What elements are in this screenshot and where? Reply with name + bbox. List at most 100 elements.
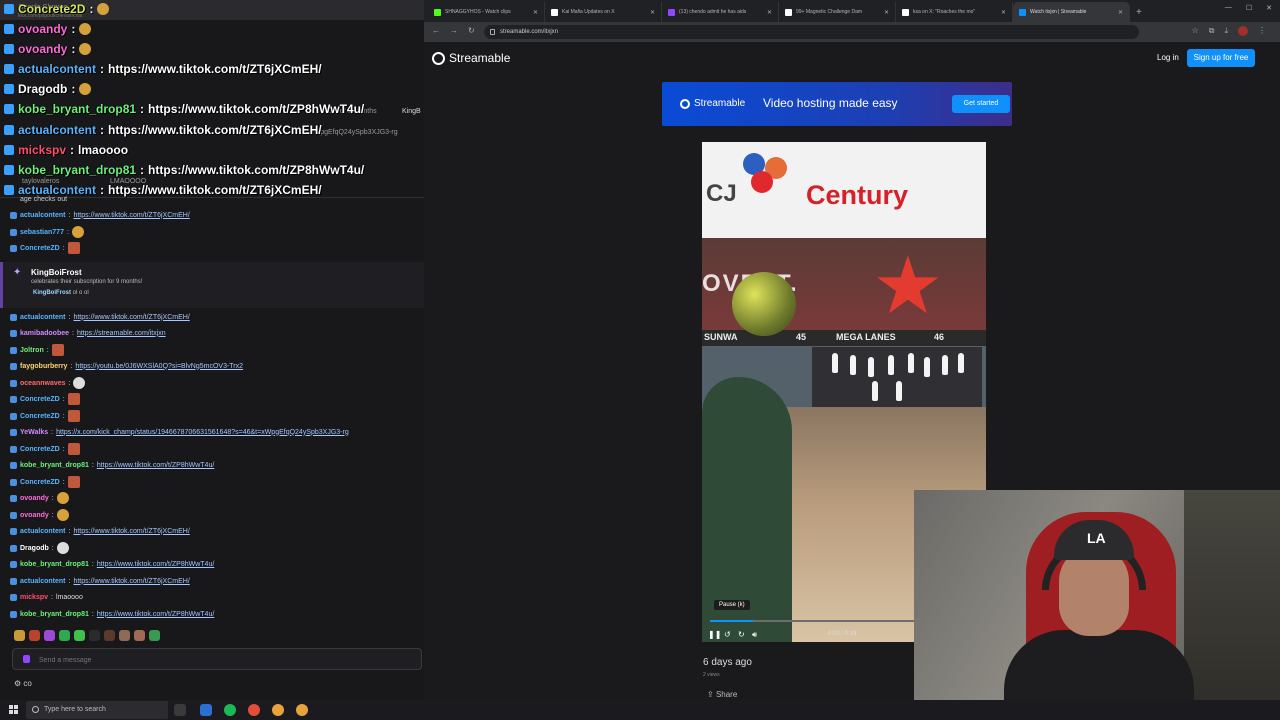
chat-username[interactable]: YeWalks [20,429,48,436]
close-icon[interactable]: ✕ [1266,4,1272,12]
menu-icon[interactable]: ⋮ [1258,26,1266,36]
chat-link[interactable]: https://streamable.com/itxjxn [77,330,166,337]
emote-icon[interactable] [74,630,85,641]
overlay-message[interactable]: https://www.tiktok.com/t/ZP8hWwT4u/ [148,102,364,116]
chat-username[interactable]: kamibadoobee [20,330,69,337]
chat-link[interactable]: https://www.tiktok.com/t/ZT6jXCmEH/ [73,212,189,219]
chat-username[interactable]: actualcontent [20,528,66,535]
browser-tab[interactable]: 99+ Magnetic Challenge Dam ✕ [779,2,896,22]
chat-link[interactable]: https://www.tiktok.com/t/ZT6jXCmEH/ [73,578,189,585]
chat-username[interactable]: ConcreteZD [20,413,60,420]
close-tab-icon[interactable]: ✕ [884,9,889,16]
emote-icon[interactable] [44,630,55,641]
chat-username[interactable]: Dragodb [20,545,49,552]
chat-username[interactable]: ovoandy [20,512,49,519]
chat-username[interactable]: ConcreteZD [20,446,60,453]
close-tab-icon[interactable]: ✕ [1001,9,1006,16]
bookmark-star-icon[interactable]: ☆ [1192,26,1199,36]
chat-link[interactable]: https://youtu.be/0J6WXSlA0Q?si=BlvNg5mcO… [75,363,243,370]
emote-icon[interactable] [59,630,70,641]
emote-icon[interactable] [149,630,160,641]
forward-icon[interactable]: → [450,26,458,35]
emote-icon[interactable] [119,630,130,641]
login-link[interactable]: Log in [1157,53,1179,62]
overlay-message[interactable]: lmaoooo [78,143,128,157]
chat-username[interactable]: ConcreteZD [20,396,60,403]
emote-icon[interactable] [14,630,25,641]
overlay-username[interactable]: mickspv [18,143,66,157]
app-icon[interactable] [248,704,260,716]
emote-icon[interactable] [104,630,115,641]
chat-username[interactable]: kobe_bryant_drop81 [20,462,89,469]
close-tab-icon[interactable]: ✕ [767,9,772,16]
chat-username[interactable]: oceannwaves [20,380,66,387]
close-tab-icon[interactable]: ✕ [650,9,655,16]
browser-tab[interactable]: SHNAGGYHOS - Watch clips ✕ [428,2,545,22]
taskbar-search[interactable]: Type here to search [26,701,168,719]
overlay-username[interactable]: actualcontent [18,123,96,137]
chrome-icon[interactable] [296,704,308,716]
chat-username[interactable]: ConcreteZD [20,479,60,486]
overlay-username[interactable]: Dragodb [18,82,67,96]
volume-icon[interactable]: 🔊︎ [752,630,757,640]
chrome-icon[interactable] [272,704,284,716]
chat-username[interactable]: actualcontent [20,212,66,219]
minimize-icon[interactable]: — [1225,4,1232,12]
downloads-icon[interactable]: ⤓ [1224,26,1228,36]
forward-icon[interactable]: ↻ [738,630,745,639]
chat-message-input[interactable] [13,650,421,671]
signup-button[interactable]: Sign up for free [1187,49,1255,67]
get-started-button[interactable]: Get started [952,95,1010,113]
promo-banner[interactable]: Streamable Video hosting made easy Get s… [662,82,1012,126]
gear-icon[interactable]: ⚙ [14,679,21,688]
browser-tab[interactable]: (13) chendo admit he has aids ✕ [662,2,779,22]
task-view-icon[interactable] [174,704,186,716]
maximize-icon[interactable]: ☐ [1246,4,1252,12]
emote-icon[interactable] [134,630,145,641]
chat-link[interactable]: https://x.com/kick_champ/status/19466787… [56,429,349,436]
chat-username[interactable]: Joltron [20,347,44,354]
chat-link[interactable]: https://www.tiktok.com/t/ZP8hWwT4u/ [97,611,214,618]
chat-username[interactable]: sebastian777 [20,229,64,236]
chat-username[interactable]: actualcontent [20,314,66,321]
pause-icon[interactable]: ❚❚ [708,630,721,639]
streamable-logo[interactable]: Streamable [432,51,510,65]
close-tab-icon[interactable]: ✕ [533,9,538,16]
overlay-username[interactable]: ovoandy [18,22,67,36]
new-tab-icon[interactable]: + [1136,7,1142,18]
chat-username[interactable]: mickspv [20,594,48,601]
overlay-username[interactable]: kobe_bryant_drop81 [18,163,136,177]
share-button[interactable]: ⇪ Share [707,690,737,699]
spotify-icon[interactable] [224,704,236,716]
overlay-message[interactable]: https://www.tiktok.com/t/ZT6jXCmEH/ [108,123,322,137]
chat-username[interactable]: kobe_bryant_drop81 [20,561,89,568]
browser-tab[interactable]: Kai Mafia Updates on X ✕ [545,2,662,22]
edge-icon[interactable] [200,704,212,716]
url-field[interactable]: streamable.com/itxjxn [484,25,1139,39]
sub-event-extra-user[interactable]: KingBoiFrost [33,290,71,296]
emote-icon[interactable] [29,630,40,641]
overlay-username[interactable]: actualcontent [18,183,96,197]
overlay-message[interactable]: https://www.tiktok.com/t/ZT6jXCmEH/ [108,62,322,76]
chat-input-box[interactable] [12,648,422,671]
chat-link[interactable]: https://www.tiktok.com/t/ZT6jXCmEH/ [73,314,189,321]
back-icon[interactable]: ← [432,26,440,35]
overlay-message[interactable]: https://www.tiktok.com/t/ZT6jXCmEH/ [108,183,322,197]
close-tab-icon[interactable]: ✕ [1118,9,1123,16]
browser-tab[interactable]: ksa on X: "Roaches the mo" ✕ [896,2,1013,22]
profile-avatar[interactable] [1238,26,1248,36]
overlay-username[interactable]: ovoandy [18,42,67,56]
sub-event-user[interactable]: KingBoiFrost [31,268,82,277]
overlay-message[interactable]: https://www.tiktok.com/t/ZP8hWwT4u/ [148,163,364,177]
chat-link[interactable]: https://www.tiktok.com/t/ZT6jXCmEH/ [73,528,189,535]
chat-username[interactable]: ovoandy [20,495,49,502]
rewind-icon[interactable]: ↺ [724,630,731,639]
chat-username[interactable]: actualcontent [20,578,66,585]
overlay-username[interactable]: actualcontent [18,62,96,76]
chat-settings[interactable]: ⚙ co [14,679,32,688]
overlay-username[interactable]: Concrete2D [18,2,85,16]
chat-username[interactable]: faygoburberry [20,363,67,370]
extensions-icon[interactable]: ⧉ [1209,26,1215,36]
chat-link[interactable]: https://www.tiktok.com/t/ZP8hWwT4u/ [97,462,214,469]
chat-link[interactable]: https://www.tiktok.com/t/ZP8hWwT4u/ [97,561,214,568]
